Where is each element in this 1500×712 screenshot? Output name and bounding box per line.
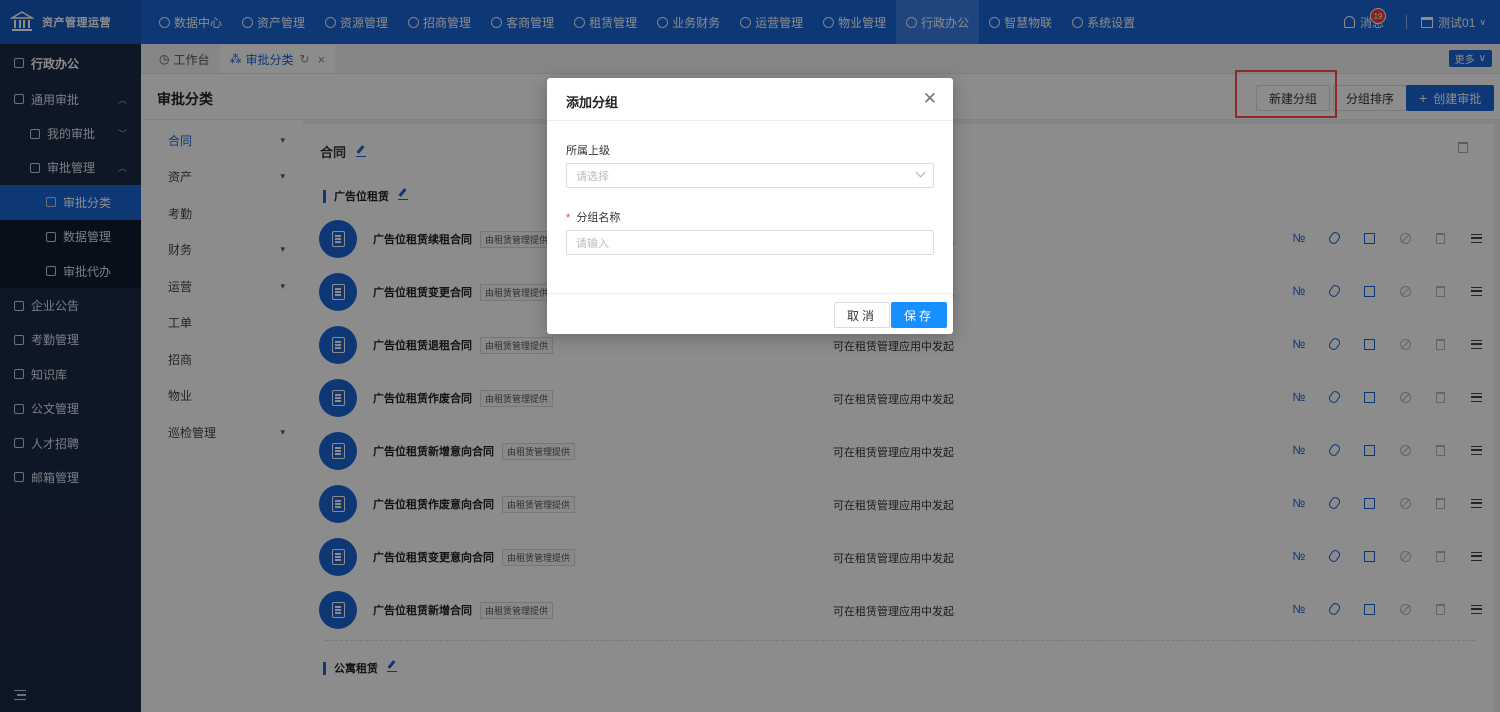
group-name-input[interactable]: 请输入 [566,230,934,255]
add-group-dialog: 添加分组 ✕ 所属上级 请选择 * 分组名称 请输入 取消 保存 [547,78,953,334]
save-button[interactable]: 保存 [891,302,948,328]
chevron-down-icon [915,167,926,178]
parent-select[interactable]: 请选择 [566,163,934,188]
parent-placeholder: 请选择 [576,170,609,183]
required-mark: * [566,212,571,224]
close-icon[interactable]: ✕ [923,89,937,109]
parent-label: 所属上级 [566,145,610,157]
dialog-footer: 取消 保存 [547,293,953,334]
cancel-button[interactable]: 取消 [834,302,891,328]
group-name-placeholder: 请输入 [576,237,609,250]
group-name-label: * 分组名称 [566,209,620,225]
dialog-header: 添加分组 ✕ [547,78,953,121]
dialog-title: 添加分组 [566,95,619,110]
group-name-label-text: 分组名称 [576,212,621,224]
